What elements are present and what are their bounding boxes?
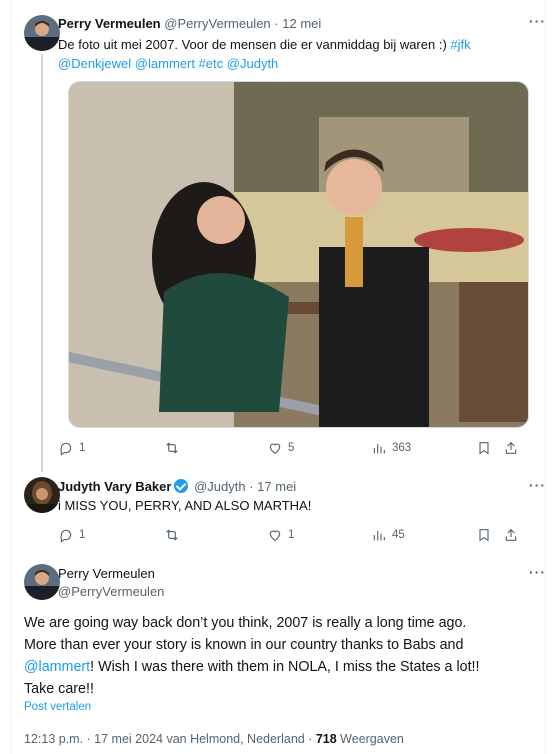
display-name[interactable]: Judyth Vary Baker	[58, 479, 171, 494]
handle[interactable]: @Judyth	[194, 479, 246, 494]
bookmark-button[interactable]	[476, 440, 492, 456]
avatar-judyth[interactable]	[24, 477, 60, 513]
tweet-actions: 1 5 363	[58, 440, 526, 460]
hashtag-jfk[interactable]: #jfk	[450, 37, 470, 52]
tweet-text-plain: ! Wish I was there with them in NOLA, I …	[90, 659, 480, 675]
views-button[interactable]: 45	[371, 527, 405, 543]
display-name[interactable]: Perry Vermeulen	[58, 16, 161, 31]
tweet-date[interactable]: 17 mei	[257, 479, 296, 494]
separator: ·	[249, 479, 254, 494]
repost-icon	[166, 442, 178, 454]
thread-connector	[41, 54, 43, 472]
tweet-actions: 1 1 45	[58, 527, 526, 547]
tweet-text: We are going way back don’t you think, 2…	[24, 612, 536, 700]
repost-button[interactable]	[164, 440, 180, 456]
tweet-text-line: We are going way back don’t you think, 2…	[24, 615, 467, 631]
share-icon	[505, 528, 517, 541]
handle[interactable]: @PerryVermeulen	[164, 16, 270, 31]
handle[interactable]: @PerryVermeulen	[58, 584, 164, 599]
mention-lammert[interactable]: @lammert	[24, 659, 90, 675]
display-name[interactable]: Perry Vermeulen	[58, 566, 155, 581]
share-button[interactable]	[503, 527, 519, 543]
reply-button[interactable]: 1	[58, 440, 85, 456]
tweet-text-line: More than ever your story is known in ou…	[24, 637, 464, 653]
share-icon	[505, 441, 517, 454]
separator: ·	[274, 16, 279, 31]
more-icon[interactable]: ···	[529, 13, 546, 29]
views-count: 363	[392, 442, 412, 454]
reply-count: 1	[79, 529, 86, 541]
reply-icon	[60, 529, 72, 543]
bookmark-icon	[479, 529, 489, 542]
repost-icon	[166, 529, 178, 541]
tweet-text-plain: De foto uit mei 2007. Voor de mensen die…	[58, 37, 451, 52]
tweet-header: Judyth Vary Baker @Judyth · 17 mei	[58, 479, 296, 494]
views-icon	[373, 531, 385, 541]
tweet-meta: 12:13 p.m. · 17 mei 2024 van Helmond, Ne…	[24, 732, 404, 746]
reply-button[interactable]: 1	[58, 527, 85, 543]
tweet-text-line: @lammert! Wish I was there with them in …	[24, 656, 536, 678]
reply-icon	[60, 442, 72, 456]
views-icon	[373, 444, 385, 454]
translate-link[interactable]: Post vertalen	[24, 701, 91, 713]
tweet-text: i MISS YOU, PERRY, AND ALSO MARTHA!	[58, 498, 312, 513]
bookmark-button[interactable]	[476, 527, 492, 543]
like-button[interactable]: 1	[267, 527, 294, 543]
avatar-perry[interactable]	[24, 15, 60, 51]
photo-image	[69, 82, 528, 427]
tweet-date[interactable]: 12 mei	[282, 16, 321, 31]
tweet-photo[interactable]	[68, 81, 529, 428]
more-icon[interactable]: ···	[529, 477, 546, 493]
views-count: 718	[315, 732, 337, 746]
views-label: Weergaven	[340, 732, 404, 746]
like-icon	[269, 443, 281, 455]
mention-lammert[interactable]: @lammert	[135, 56, 195, 71]
like-count: 5	[288, 442, 295, 454]
tweet-text-line: Take care!!	[24, 681, 94, 697]
tweet-text: De foto uit mei 2007. Voor de mensen die…	[58, 35, 518, 73]
reply-count: 1	[79, 442, 86, 454]
views-button[interactable]: 363	[371, 440, 411, 456]
like-button[interactable]: 5	[267, 440, 294, 456]
more-icon[interactable]: ···	[529, 564, 546, 580]
mention-denkjewel[interactable]: @Denkjewel	[58, 56, 131, 71]
verified-icon	[174, 479, 189, 493]
bookmark-icon	[479, 442, 489, 455]
tweet-header: Perry Vermeulen @PerryVermeulen · 12 mei	[58, 16, 321, 31]
like-icon	[269, 530, 281, 542]
like-count: 1	[288, 529, 295, 541]
views-count: 45	[392, 529, 405, 541]
repost-button[interactable]	[164, 527, 180, 543]
mention-judyth[interactable]: @Judyth	[227, 56, 279, 71]
tweet-timestamp[interactable]: 12:13 p.m. · 17 mei 2024 van Helmond, Ne…	[24, 732, 316, 746]
avatar-perry[interactable]	[24, 564, 60, 600]
hashtag-etc[interactable]: #etc	[199, 56, 224, 71]
share-button[interactable]	[503, 440, 519, 456]
